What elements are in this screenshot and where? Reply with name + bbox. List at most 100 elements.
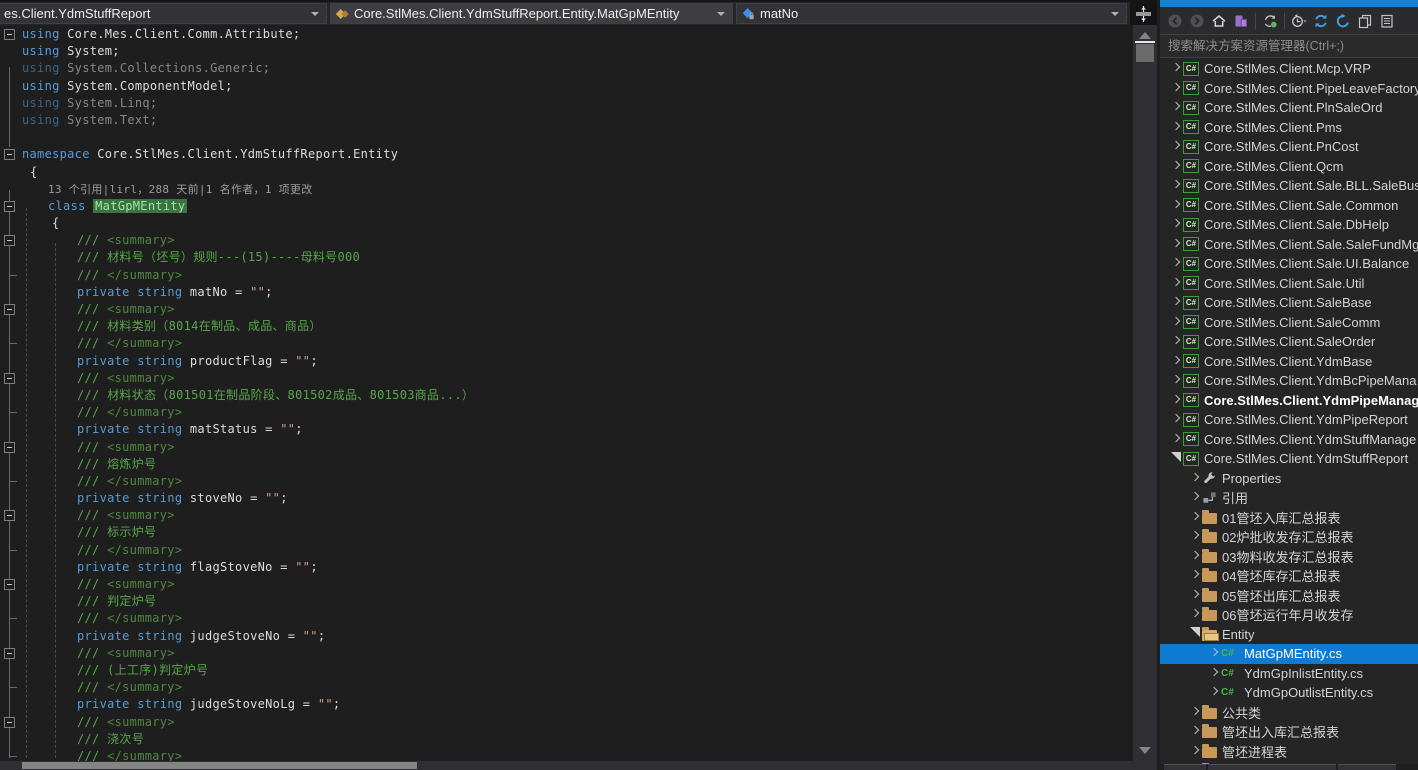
expand-arrow-icon[interactable] [1168, 259, 1183, 268]
expand-arrow-icon[interactable] [1168, 123, 1183, 132]
tree-item[interactable]: Entity [1160, 625, 1418, 645]
fold-collapse-icon[interactable] [4, 304, 15, 315]
expand-arrow-icon[interactable] [1168, 181, 1183, 190]
expand-arrow-icon[interactable] [1187, 513, 1202, 522]
home-icon[interactable] [1208, 10, 1230, 31]
tree-item[interactable]: C#Core.StlMes.Client.SaleBase [1160, 293, 1418, 313]
back-icon[interactable] [1164, 10, 1186, 31]
solution-search-input[interactable]: 搜索解决方案资源管理器(Ctrl+;) [1160, 34, 1418, 58]
codelens-info[interactable]: 13 个引用|lirl，288 天前|1 名作者，1 项更改 [0, 181, 1133, 198]
tree-item[interactable]: C#YdmGpInlistEntity.cs [1160, 664, 1418, 684]
expand-arrow-icon[interactable] [1168, 103, 1183, 112]
expand-arrow-icon[interactable] [1187, 474, 1202, 483]
vertical-scrollbar-thumb[interactable] [1136, 44, 1154, 62]
expand-arrow-icon[interactable] [1187, 727, 1202, 736]
tree-item[interactable]: C#Core.StlMes.Client.YdmPipeReport [1160, 410, 1418, 430]
expand-arrow-icon[interactable] [1168, 318, 1183, 327]
tree-item[interactable]: C#Core.StlMes.Client.PnCost [1160, 137, 1418, 157]
tree-item[interactable]: 06管坯运行年月收发存 [1160, 605, 1418, 625]
expand-arrow-icon[interactable] [1187, 532, 1202, 541]
tree-item[interactable]: C#Core.StlMes.Client.Sale.DbHelp [1160, 215, 1418, 235]
copy-icon[interactable] [1354, 10, 1376, 31]
fold-collapse-icon[interactable] [4, 29, 15, 40]
expand-arrow-icon[interactable] [1168, 279, 1183, 288]
tree-item[interactable]: C#Core.StlMes.Client.Mcp.VRP [1160, 59, 1418, 79]
code-editor[interactable]: using Core.Mes.Client.Comm.Attribute;usi… [0, 25, 1133, 770]
expand-arrow-icon[interactable] [1187, 747, 1202, 756]
tree-item[interactable]: C#Core.StlMes.Client.Sale.BLL.SaleBusi [1160, 176, 1418, 196]
tree-item[interactable]: 引用 [1160, 488, 1418, 508]
expand-arrow-icon[interactable] [1187, 571, 1202, 580]
expand-arrow-icon[interactable] [1168, 396, 1183, 405]
expand-arrow-icon[interactable] [1168, 337, 1183, 346]
properties-icon[interactable] [1376, 10, 1398, 31]
tree-item[interactable]: 03物料收发存汇总报表 [1160, 547, 1418, 567]
vertical-scrollbar[interactable] [1133, 25, 1157, 770]
tree-item-selected[interactable]: C#MatGpMEntity.cs [1160, 644, 1418, 664]
expand-arrow-icon[interactable] [1168, 84, 1183, 93]
tree-item[interactable]: C#Core.StlMes.Client.Sale.Common [1160, 196, 1418, 216]
tree-item[interactable]: C#YdmGpOutlistEntity.cs [1160, 683, 1418, 703]
tree-item[interactable]: Properties [1160, 469, 1418, 489]
expand-arrow-icon[interactable] [1168, 142, 1183, 151]
tree-item[interactable]: 01管坯入库汇总报表 [1160, 508, 1418, 528]
expand-arrow-icon[interactable] [1168, 376, 1183, 385]
horizontal-scrollbar-thumb[interactable] [22, 762, 417, 769]
tree-item[interactable]: C#Core.StlMes.Client.Pms [1160, 118, 1418, 138]
collapse-arrow-icon[interactable] [1187, 627, 1202, 641]
horizontal-scrollbar[interactable] [0, 761, 1133, 770]
expand-arrow-icon[interactable] [1206, 688, 1221, 697]
expand-arrow-icon[interactable] [1187, 708, 1202, 717]
expand-arrow-icon[interactable] [1187, 591, 1202, 600]
project-dropdown[interactable]: es.Client.YdmStuffReport [0, 3, 327, 24]
tree-item[interactable]: C#Core.StlMes.Client.PlnSaleOrd [1160, 98, 1418, 118]
fold-collapse-icon[interactable] [4, 149, 15, 160]
expand-arrow-icon[interactable] [1206, 669, 1221, 678]
tree-item[interactable]: C#Core.StlMes.Client.Qcm [1160, 157, 1418, 177]
refresh-icon[interactable] [1310, 10, 1332, 31]
sync-with-active-document-icon[interactable] [1259, 10, 1281, 31]
switch-views-icon[interactable] [1230, 10, 1252, 31]
tree-item[interactable]: 管坯进程表 [1160, 742, 1418, 762]
expand-arrow-icon[interactable] [1187, 493, 1202, 502]
tree-item[interactable]: C#Core.StlMes.Client.YdmBase [1160, 352, 1418, 372]
member-dropdown[interactable]: matNo [736, 3, 1127, 24]
fold-collapse-icon[interactable] [4, 442, 15, 453]
collapse-arrow-icon[interactable] [1168, 452, 1183, 466]
expand-arrow-icon[interactable] [1168, 357, 1183, 366]
tree-item[interactable]: C#Core.StlMes.Client.SaleOrder [1160, 332, 1418, 352]
expand-arrow-icon[interactable] [1206, 649, 1221, 658]
tree-item[interactable]: C#Core.StlMes.Client.PipeLeaveFactory [1160, 79, 1418, 99]
tree-item[interactable]: 05管坯出库汇总报表 [1160, 586, 1418, 606]
forward-icon[interactable] [1186, 10, 1208, 31]
tree-item[interactable]: 公共类 [1160, 703, 1418, 723]
fold-collapse-icon[interactable] [4, 201, 15, 212]
type-dropdown[interactable]: Core.StlMes.Client.YdmStuffReport.Entity… [330, 3, 733, 24]
tree-item[interactable]: C#Core.StlMes.Client.YdmBcPipeMana [1160, 371, 1418, 391]
pending-changes-filter-icon[interactable] [1288, 10, 1310, 31]
tree-item[interactable]: C#Core.StlMes.Client.YdmStuffReport [1160, 449, 1418, 469]
expand-arrow-icon[interactable] [1187, 610, 1202, 619]
fold-collapse-icon[interactable] [4, 373, 15, 384]
expand-arrow-icon[interactable] [1168, 240, 1183, 249]
tree-item[interactable]: C#Core.StlMes.Client.YdmStuffManage [1160, 430, 1418, 450]
tree-item[interactable]: 02炉批收发存汇总报表 [1160, 527, 1418, 547]
tree-item[interactable]: C#Core.StlMes.Client.Sale.UI.Balance [1160, 254, 1418, 274]
expand-arrow-icon[interactable] [1168, 298, 1183, 307]
tree-item[interactable]: C#Core.StlMes.Client.SaleComm [1160, 313, 1418, 333]
collapse-all-icon[interactable] [1332, 10, 1354, 31]
scroll-down-arrow-icon[interactable] [1133, 744, 1157, 758]
expand-arrow-icon[interactable] [1168, 64, 1183, 73]
tree-item[interactable]: C#Core.StlMes.Client.YdmPipeManage [1160, 391, 1418, 411]
expand-arrow-icon[interactable] [1187, 552, 1202, 561]
expand-arrow-icon[interactable] [1168, 415, 1183, 424]
tree-item[interactable]: C#Core.StlMes.Client.Sale.SaleFundMg [1160, 235, 1418, 255]
fold-collapse-icon[interactable] [4, 717, 15, 728]
expand-arrow-icon[interactable] [1168, 220, 1183, 229]
tree-item[interactable]: 管坯出入库汇总报表 [1160, 722, 1418, 742]
fold-collapse-icon[interactable] [4, 510, 15, 521]
fold-collapse-icon[interactable] [4, 235, 15, 246]
expand-arrow-icon[interactable] [1168, 201, 1183, 210]
split-window-handle[interactable] [1130, 2, 1157, 25]
fold-collapse-icon[interactable] [4, 579, 15, 590]
